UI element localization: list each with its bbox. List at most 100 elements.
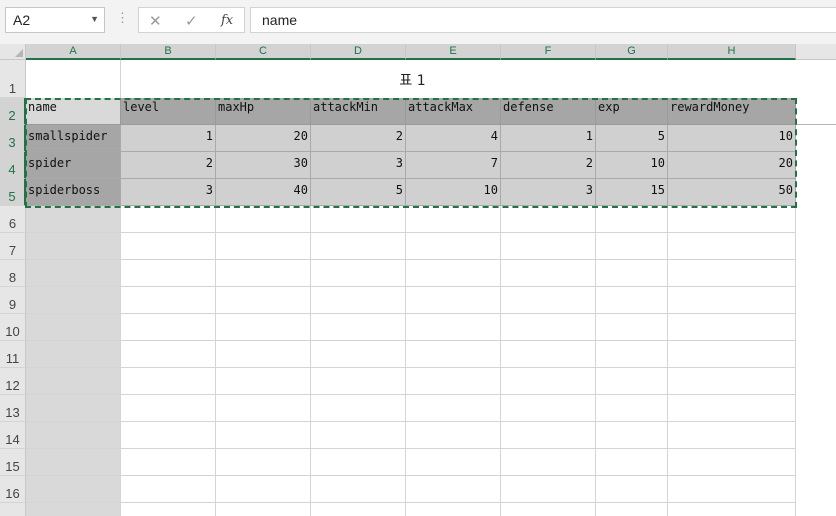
table-cell[interactable]: 20 [216, 125, 311, 152]
formula-buttons: ✕ ✓ fx [138, 7, 245, 33]
grid-line [26, 394, 796, 395]
table-cell[interactable]: 4 [406, 125, 501, 152]
name-box-value: A2 [13, 12, 31, 28]
grid-line [26, 421, 796, 422]
row-number: 15 [5, 459, 20, 474]
table-header-cell[interactable]: rewardMoney [668, 98, 796, 125]
column-header-f[interactable]: F [501, 44, 596, 60]
formula-bar-area: A2 ▼ ⋮ ✕ ✓ fx name [0, 0, 836, 44]
insert-function-icon[interactable]: fx [221, 13, 233, 28]
row-header-16[interactable]: 16 [0, 476, 26, 503]
column-header-h[interactable]: H [668, 44, 796, 60]
formula-input[interactable]: name [250, 7, 836, 33]
formula-value: name [262, 12, 298, 28]
table-cell[interactable]: 2 [501, 152, 596, 179]
row-header-10[interactable]: 10 [0, 314, 26, 341]
row-header-6[interactable]: 6 [0, 206, 26, 233]
grid-line [26, 313, 796, 314]
drag-handle-icon[interactable]: ⋮ [116, 11, 129, 25]
table-cell[interactable]: spider [26, 152, 121, 179]
grid-line [310, 206, 311, 516]
table-cell[interactable]: 5 [596, 125, 668, 152]
row-header-1[interactable]: 1 [0, 60, 26, 98]
row-header-8[interactable]: 8 [0, 260, 26, 287]
table-header-cell[interactable]: name [26, 98, 121, 125]
table-cell[interactable]: 2 [311, 125, 406, 152]
grid-line [26, 340, 796, 341]
grid-line [26, 286, 796, 287]
row-number: 14 [5, 432, 20, 447]
grid-line [26, 367, 796, 368]
column-header-empty [796, 44, 836, 60]
grid-line [405, 206, 406, 516]
table-cell[interactable]: spiderboss [26, 179, 121, 206]
row-header-15[interactable]: 15 [0, 449, 26, 476]
row-number: 10 [5, 324, 20, 339]
table-header-cell[interactable]: maxHp [216, 98, 311, 125]
table-title[interactable]: 표 1 [120, 70, 705, 90]
row-header-11[interactable]: 11 [0, 341, 26, 368]
grid-line [595, 206, 596, 516]
grid-line [26, 232, 796, 233]
row-number: 9 [8, 297, 17, 312]
table-cell[interactable]: 10 [406, 179, 501, 206]
row-header-14[interactable]: 14 [0, 422, 26, 449]
table-cell[interactable]: 50 [668, 179, 796, 206]
select-all-button[interactable] [0, 44, 26, 60]
column-header-e[interactable]: E [406, 44, 501, 60]
row-header-3[interactable]: 3 [0, 125, 26, 152]
row-number: 12 [5, 378, 20, 393]
table-header-cell[interactable]: exp [596, 98, 668, 125]
column-header-b[interactable]: B [121, 44, 216, 60]
table-cell[interactable]: 30 [216, 152, 311, 179]
row-number: 5 [8, 189, 16, 204]
grid-line [795, 206, 796, 516]
enter-icon[interactable]: ✓ [185, 12, 198, 30]
row-number: 6 [8, 216, 17, 231]
table-cell[interactable]: 15 [596, 179, 668, 206]
column-header-g[interactable]: G [596, 44, 668, 60]
row-header-17 [0, 503, 26, 516]
select-all-icon [15, 49, 23, 57]
row-number: 2 [8, 108, 16, 123]
column-header-d[interactable]: D [311, 44, 406, 60]
row-header-13[interactable]: 13 [0, 395, 26, 422]
table-cell[interactable]: 5 [311, 179, 406, 206]
table-cell[interactable]: 2 [121, 152, 216, 179]
table-cell[interactable]: 3 [501, 179, 596, 206]
row-header-5[interactable]: 5 [0, 179, 26, 206]
chevron-down-icon[interactable]: ▼ [90, 14, 99, 24]
row-number: 3 [8, 135, 16, 150]
row-number: 1 [8, 81, 17, 96]
table-cell[interactable]: 1 [121, 125, 216, 152]
column-header-c[interactable]: C [216, 44, 311, 60]
row-header-4[interactable]: 4 [0, 152, 26, 179]
table-cell[interactable]: 1 [501, 125, 596, 152]
row-header-9[interactable]: 9 [0, 287, 26, 314]
row-number: 7 [8, 243, 17, 258]
table-header-cell[interactable]: defense [501, 98, 596, 125]
row-header-2[interactable]: 2 [0, 98, 26, 125]
column-header-a[interactable]: A [26, 44, 121, 60]
grid-line [667, 206, 668, 516]
table-header-cell[interactable]: attackMax [406, 98, 501, 125]
name-box[interactable]: A2 ▼ [5, 7, 105, 33]
table-cell[interactable]: 40 [216, 179, 311, 206]
table-header-cell[interactable]: attackMin [311, 98, 406, 125]
table-cell[interactable]: 3 [121, 179, 216, 206]
row-header-7[interactable]: 7 [0, 233, 26, 260]
grid-line [26, 448, 796, 449]
table-cell[interactable]: 3 [311, 152, 406, 179]
row-number: 4 [8, 162, 16, 177]
table-cell[interactable]: 10 [596, 152, 668, 179]
row-number: 16 [5, 486, 20, 501]
table-header-cell[interactable]: level [121, 98, 216, 125]
cancel-icon[interactable]: ✕ [149, 12, 162, 30]
row-number: 8 [8, 270, 17, 285]
row-header-12[interactable]: 12 [0, 368, 26, 395]
table-cell[interactable]: smallspider [26, 125, 121, 152]
table-cell[interactable]: 20 [668, 152, 796, 179]
grid-line [26, 475, 796, 476]
table-cell[interactable]: 10 [668, 125, 796, 152]
table-cell[interactable]: 7 [406, 152, 501, 179]
